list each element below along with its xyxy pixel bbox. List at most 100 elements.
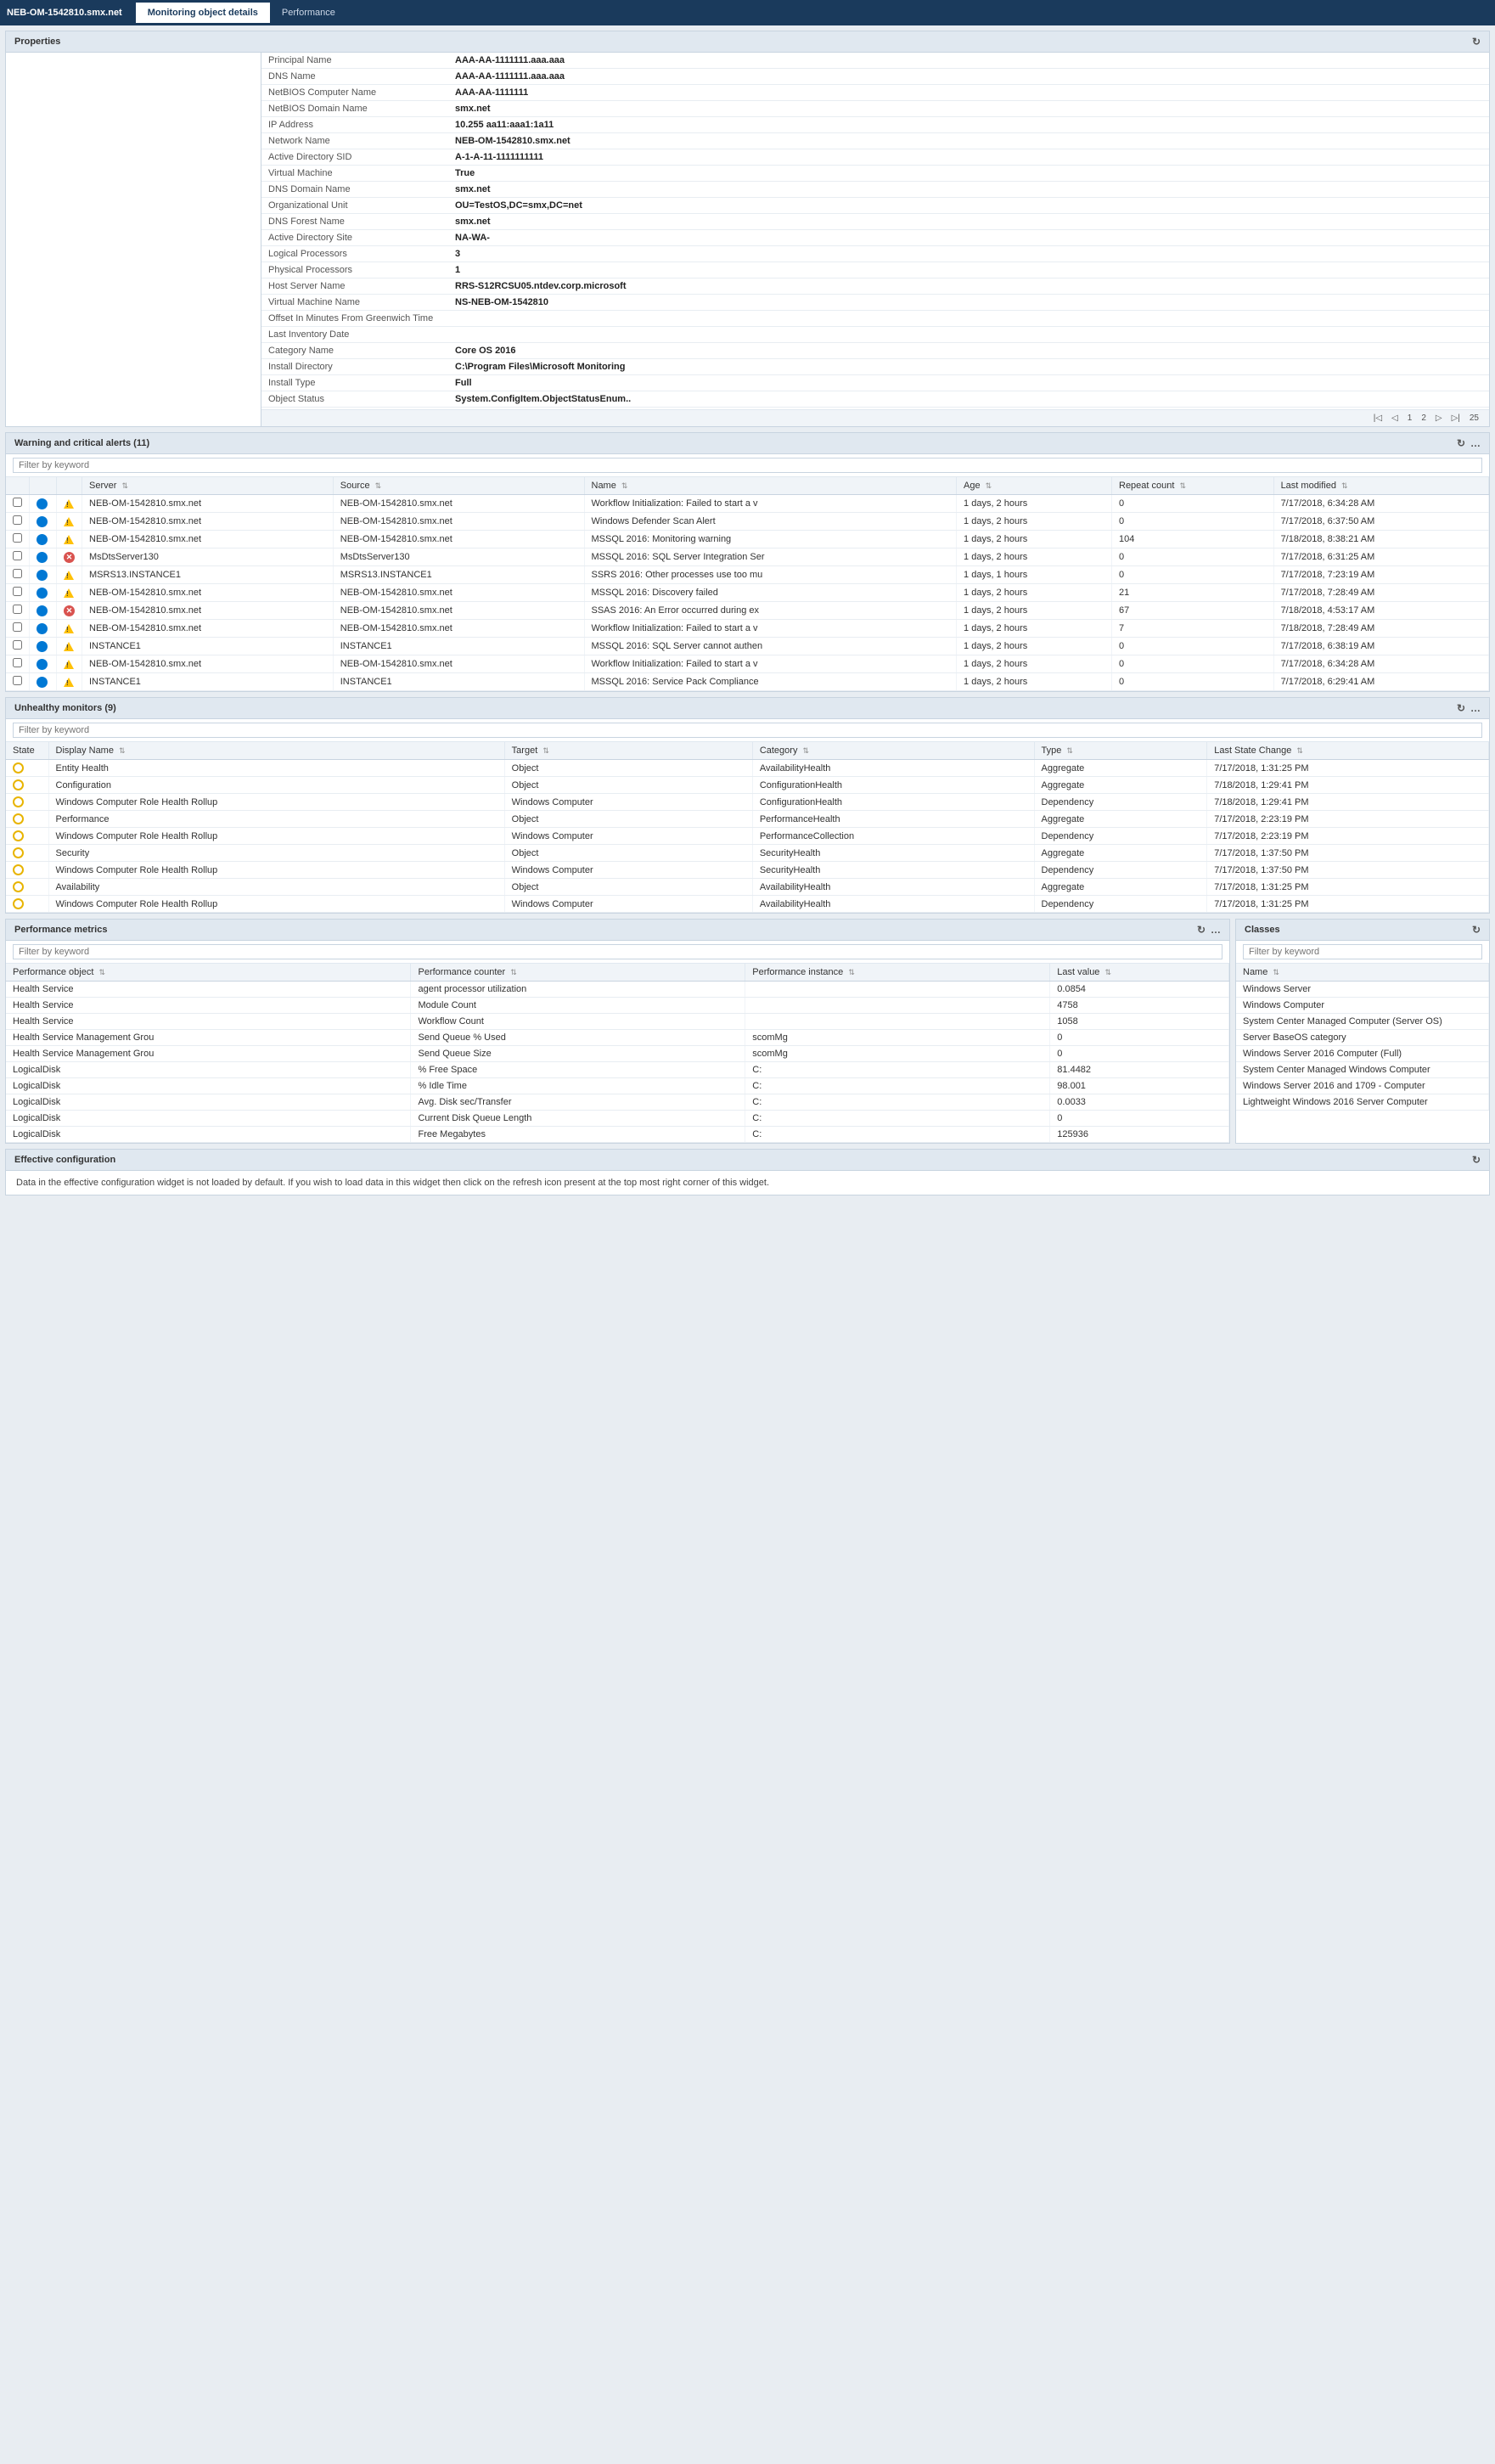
perf-col-object[interactable]: Performance object ⇅: [6, 964, 411, 982]
perf-col-value[interactable]: Last value ⇅: [1050, 964, 1229, 982]
alert-nav-icon[interactable]: [37, 605, 48, 616]
alert-checkbox[interactable]: [13, 498, 22, 507]
alert-checkbox[interactable]: [13, 658, 22, 667]
prop-key: Virtual Machine: [261, 166, 448, 182]
classes-col-name[interactable]: Name ⇅: [1236, 964, 1489, 982]
perf-row: Health Service Workflow Count 1058: [6, 1014, 1229, 1030]
unhealthy-col-name[interactable]: Display Name ⇅: [48, 742, 504, 760]
alert-server: NEB-OM-1542810.smx.net: [82, 513, 334, 531]
alert-type-icon-cell: !: [57, 584, 82, 602]
perf-object: Health Service Management Grou: [6, 1030, 411, 1046]
perf-col-instance[interactable]: Performance instance ⇅: [745, 964, 1050, 982]
alert-checkbox[interactable]: [13, 515, 22, 525]
class-name: Windows Server 2016 Computer (Full): [1236, 1046, 1489, 1062]
unhealthy-col-category[interactable]: Category ⇅: [752, 742, 1034, 760]
unhealthy-refresh-icon[interactable]: ↻: [1457, 702, 1465, 714]
monitor-category: AvailabilityHealth: [752, 760, 1034, 777]
perf-title: Performance metrics: [14, 925, 107, 935]
properties-layout: Principal NameAAA-AA-1111111.aaa.aaaDNS …: [6, 53, 1489, 426]
class-name: Windows Computer: [1236, 998, 1489, 1014]
classes-refresh-icon[interactable]: ↻: [1472, 924, 1481, 936]
alert-checkbox[interactable]: [13, 569, 22, 578]
page-last[interactable]: ▷|: [1448, 413, 1464, 424]
prop-row: Principal NameAAA-AA-1111111.aaa.aaa: [261, 53, 1489, 69]
alert-age: 1 days, 2 hours: [957, 531, 1112, 548]
alert-checkbox[interactable]: [13, 640, 22, 650]
alert-nav-icon[interactable]: [37, 516, 48, 527]
alert-nav-icon[interactable]: [37, 659, 48, 670]
perf-instance: scomMg: [745, 1046, 1050, 1062]
unhealthy-filter-input[interactable]: [13, 723, 1482, 738]
alert-row: ! NEB-OM-1542810.smx.net NEB-OM-1542810.…: [6, 531, 1489, 548]
classes-filter-input[interactable]: [1243, 944, 1482, 959]
perf-more-icon[interactable]: …: [1211, 924, 1221, 936]
alert-nav-icon[interactable]: [37, 588, 48, 599]
alert-type-icon-cell: !: [57, 638, 82, 655]
properties-scroll[interactable]: Principal NameAAA-AA-1111111.aaa.aaaDNS …: [261, 53, 1489, 409]
alert-nav-icon[interactable]: [37, 534, 48, 545]
state-icon: [13, 847, 24, 858]
unhealthy-more-icon[interactable]: …: [1470, 702, 1481, 714]
properties-refresh-icon[interactable]: ↻: [1472, 36, 1481, 48]
alert-nav-icon[interactable]: [37, 677, 48, 688]
alert-nav-icon[interactable]: [37, 641, 48, 652]
alert-checkbox[interactable]: [13, 676, 22, 685]
perf-refresh-icon[interactable]: ↻: [1197, 924, 1206, 936]
alerts-col-name[interactable]: Name ⇅: [584, 477, 957, 495]
page-num-2[interactable]: 2: [1418, 413, 1430, 424]
page-first[interactable]: |◁: [1370, 413, 1385, 424]
alert-checkbox[interactable]: [13, 605, 22, 614]
alert-modified: 7/18/2018, 4:53:17 AM: [1273, 602, 1488, 620]
alert-row: ! MSRS13.INSTANCE1 MSRS13.INSTANCE1 SSRS…: [6, 566, 1489, 584]
alert-nav-icon-cell: [30, 495, 57, 513]
alerts-col-repeat[interactable]: Repeat count ⇅: [1112, 477, 1274, 495]
alerts-more-icon[interactable]: …: [1470, 437, 1481, 449]
alerts-col-modified[interactable]: Last modified ⇅: [1273, 477, 1488, 495]
prop-value: NA-WA-: [448, 230, 1489, 246]
unhealthy-col-type[interactable]: Type ⇅: [1034, 742, 1207, 760]
alert-checkbox[interactable]: [13, 533, 22, 543]
alert-nav-icon[interactable]: [37, 552, 48, 563]
alert-checkbox[interactable]: [13, 587, 22, 596]
unhealthy-col-state[interactable]: State: [6, 742, 48, 760]
monitor-target: Object: [504, 777, 752, 794]
page-prev[interactable]: ◁: [1388, 413, 1402, 424]
alert-checkbox[interactable]: [13, 622, 22, 632]
prop-key: Active Directory SID: [261, 149, 448, 166]
tab-monitoring-object-details[interactable]: Monitoring object details: [136, 3, 270, 23]
monitor-state: [6, 777, 48, 794]
unhealthy-col-target[interactable]: Target ⇅: [504, 742, 752, 760]
alert-checkbox-cell: [6, 620, 30, 638]
unhealthy-col-change[interactable]: Last State Change ⇅: [1207, 742, 1489, 760]
perf-scroll[interactable]: Performance object ⇅ Performance counter…: [6, 964, 1229, 1143]
perf-filter-input[interactable]: [13, 944, 1222, 959]
page-next[interactable]: ▷: [1432, 413, 1446, 424]
tab-performance[interactable]: Performance: [270, 3, 347, 23]
prop-value: [448, 311, 1489, 327]
effective-config-refresh-icon[interactable]: ↻: [1472, 1154, 1481, 1166]
alert-row: ! INSTANCE1 INSTANCE1 MSSQL 2016: Servic…: [6, 673, 1489, 691]
monitor-type: Aggregate: [1034, 879, 1207, 896]
prop-value: smx.net: [448, 182, 1489, 198]
alerts-col-age[interactable]: Age ⇅: [957, 477, 1112, 495]
alert-source: INSTANCE1: [333, 673, 584, 691]
state-icon: [13, 864, 24, 875]
alert-checkbox[interactable]: [13, 551, 22, 560]
alerts-col-server[interactable]: Server ⇅: [82, 477, 334, 495]
alerts-refresh-icon[interactable]: ↻: [1457, 437, 1465, 449]
page-num-1[interactable]: 1: [1404, 413, 1416, 424]
alert-age: 1 days, 1 hours: [957, 566, 1112, 584]
alerts-filter-input[interactable]: [13, 458, 1482, 473]
monitor-display-name: Windows Computer Role Health Rollup: [48, 828, 504, 845]
monitor-type: Dependency: [1034, 896, 1207, 913]
alert-nav-icon[interactable]: [37, 498, 48, 509]
alerts-col-source[interactable]: Source ⇅: [333, 477, 584, 495]
class-name: Lightweight Windows 2016 Server Computer: [1236, 1094, 1489, 1111]
alert-nav-icon[interactable]: [37, 623, 48, 634]
alert-modified: 7/17/2018, 6:31:25 AM: [1273, 548, 1488, 566]
classes-panel: Classes ↻ Name ⇅ Windows ServerWindows C…: [1235, 919, 1490, 1144]
alerts-table-body: ! NEB-OM-1542810.smx.net NEB-OM-1542810.…: [6, 495, 1489, 691]
alert-source: NEB-OM-1542810.smx.net: [333, 602, 584, 620]
alert-nav-icon[interactable]: [37, 570, 48, 581]
perf-col-counter[interactable]: Performance counter ⇅: [411, 964, 745, 982]
